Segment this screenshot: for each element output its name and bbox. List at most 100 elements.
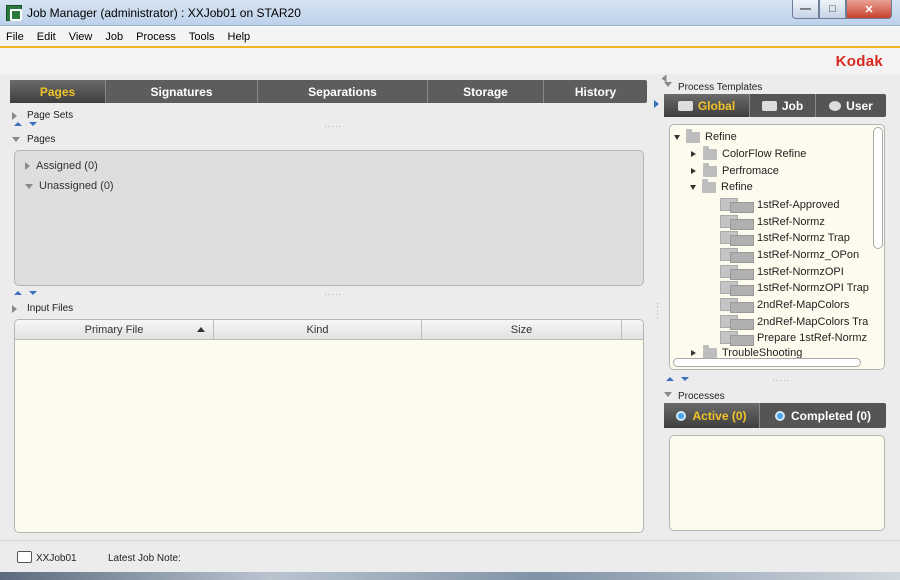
close-button[interactable]: ✕ [846, 0, 892, 19]
splitter-grip-icon[interactable]: ····· [772, 376, 790, 385]
tree-item-refine-sub[interactable]: Refine [690, 178, 753, 193]
menu-job[interactable]: Job [105, 31, 123, 43]
column-kind[interactable]: Kind [214, 320, 422, 339]
column-primary-file[interactable]: Primary File [15, 320, 214, 339]
processes-label: Processes [678, 391, 725, 402]
tree-item-refine[interactable]: Refine [674, 128, 737, 143]
tree-item-process[interactable]: 2ndRef-MapColors [720, 298, 849, 313]
tab-job[interactable]: Job [750, 94, 816, 117]
arrow-up-icon [14, 122, 22, 126]
tree-item-process[interactable]: 1stRef-NormzOPI [720, 265, 844, 280]
menu-process[interactable]: Process [136, 31, 176, 43]
window-controls: — □ ✕ [792, 0, 892, 19]
process-template-icon [720, 331, 754, 346]
menu-edit[interactable]: Edit [37, 31, 56, 43]
pages-label: Pages [27, 134, 56, 145]
process-template-icon [720, 198, 754, 213]
process-templates-header[interactable]: Process Templates [664, 76, 762, 93]
tree-item-process[interactable]: Prepare 1stRef-Normz [720, 331, 867, 346]
processes-tabs: Active (0) Completed (0) [664, 403, 886, 428]
app-icon [6, 5, 22, 21]
arrow-down-icon [681, 377, 689, 381]
kodak-logo: Kodak [835, 53, 883, 70]
input-files-header[interactable]: Input Files [12, 303, 73, 314]
splitter-grip-icon: ····· [653, 302, 662, 321]
folder-icon [702, 178, 716, 193]
page-sets-resize-arrows[interactable] [14, 122, 37, 126]
splitter-grip-icon[interactable]: ····· [324, 290, 342, 299]
tab-pages[interactable]: Pages [10, 80, 106, 103]
column-size[interactable]: Size [422, 320, 622, 339]
expand-right-icon [654, 100, 659, 108]
tree-item-process[interactable]: 2ndRef-MapColors Tra [720, 315, 868, 330]
tree-item-process[interactable]: 1stRef-Normz [720, 215, 825, 230]
tab-separations[interactable]: Separations [258, 80, 428, 103]
process-template-icon [720, 231, 754, 246]
input-files-resize-arrows[interactable] [14, 291, 37, 295]
tab-global[interactable]: Global [664, 94, 750, 117]
splitter-grip-icon[interactable]: ····· [324, 122, 342, 131]
template-tabs: Global Job User [664, 94, 886, 117]
tree-item-perfromace[interactable]: Perfromace [690, 162, 779, 177]
tab-history[interactable]: History [544, 80, 647, 103]
active-status-icon [676, 410, 687, 421]
job-tabs: Pages Signatures Separations Storage His… [10, 80, 647, 103]
status-job-name: XXJob01 [36, 553, 77, 564]
job-icon [761, 100, 777, 111]
template-tree: Refine ColorFlow Refine Perfromace Refin… [669, 124, 885, 370]
input-files-table: Primary File Kind Size [14, 319, 644, 533]
vertical-splitter[interactable]: ····· [652, 74, 667, 540]
assigned-group[interactable]: Assigned (0) [25, 160, 98, 172]
process-template-icon [720, 315, 754, 330]
folder-icon [703, 344, 717, 359]
pages-header[interactable]: Pages [12, 134, 55, 145]
tree-item-colorflow-refine[interactable]: ColorFlow Refine [690, 145, 806, 160]
menu-help[interactable]: Help [228, 31, 251, 43]
process-template-icon [720, 215, 754, 230]
folder-icon [686, 128, 700, 143]
processes-resize-arrows[interactable] [666, 377, 689, 381]
process-template-icon [720, 281, 754, 296]
tree-horizontal-scrollbar[interactable] [673, 358, 861, 367]
input-files-label: Input Files [27, 303, 74, 314]
taskbar-edge [0, 572, 900, 580]
tab-user[interactable]: User [816, 94, 886, 117]
collapse-down-icon [25, 183, 33, 189]
menu-view[interactable]: View [69, 31, 93, 43]
tab-signatures[interactable]: Signatures [106, 80, 258, 103]
window-title-bar[interactable]: Job Manager (administrator) : XXJob01 on… [0, 0, 900, 26]
menu-file[interactable]: File [6, 31, 24, 43]
column-filler [622, 320, 643, 339]
tree-item-process[interactable]: 1stRef-Approved [720, 198, 840, 213]
maximize-button[interactable]: □ [819, 0, 846, 19]
tree-vertical-scrollbar[interactable] [873, 127, 883, 249]
tab-completed-processes[interactable]: Completed (0) [760, 403, 886, 428]
folder-icon [703, 162, 717, 177]
user-icon [829, 100, 842, 111]
menu-bar: File Edit View Job Process Tools Help [0, 27, 900, 46]
collapse-down-icon [12, 137, 20, 142]
menu-tools[interactable]: Tools [189, 31, 215, 43]
latest-job-note: Latest Job Note: [108, 553, 181, 564]
processes-header[interactable]: Processes [664, 387, 725, 402]
page-sets-header[interactable]: Page Sets [12, 110, 73, 121]
tab-storage[interactable]: Storage [428, 80, 544, 103]
arrow-down-icon [29, 291, 37, 295]
pages-panel: Assigned (0) Unassigned (0) [14, 150, 644, 286]
tree-item-process[interactable]: 1stRef-Normz_OPon [720, 248, 859, 263]
sort-ascending-icon [197, 327, 205, 332]
status-bar: XXJob01 Latest Job Note: [0, 540, 900, 580]
arrow-down-icon [29, 122, 37, 126]
tree-item-process[interactable]: 1stRef-NormzOPI Trap [720, 281, 869, 296]
globe-icon [677, 100, 693, 111]
process-template-icon [720, 298, 754, 313]
table-header: Primary File Kind Size [15, 320, 643, 340]
job-folder-icon [17, 551, 32, 563]
unassigned-group[interactable]: Unassigned (0) [25, 180, 114, 192]
brand-bar: Kodak [0, 48, 900, 74]
process-template-icon [720, 248, 754, 263]
expand-right-icon [691, 168, 696, 174]
tab-active-processes[interactable]: Active (0) [664, 403, 760, 428]
minimize-button[interactable]: — [792, 0, 819, 19]
tree-item-process[interactable]: 1stRef-Normz Trap [720, 231, 850, 246]
